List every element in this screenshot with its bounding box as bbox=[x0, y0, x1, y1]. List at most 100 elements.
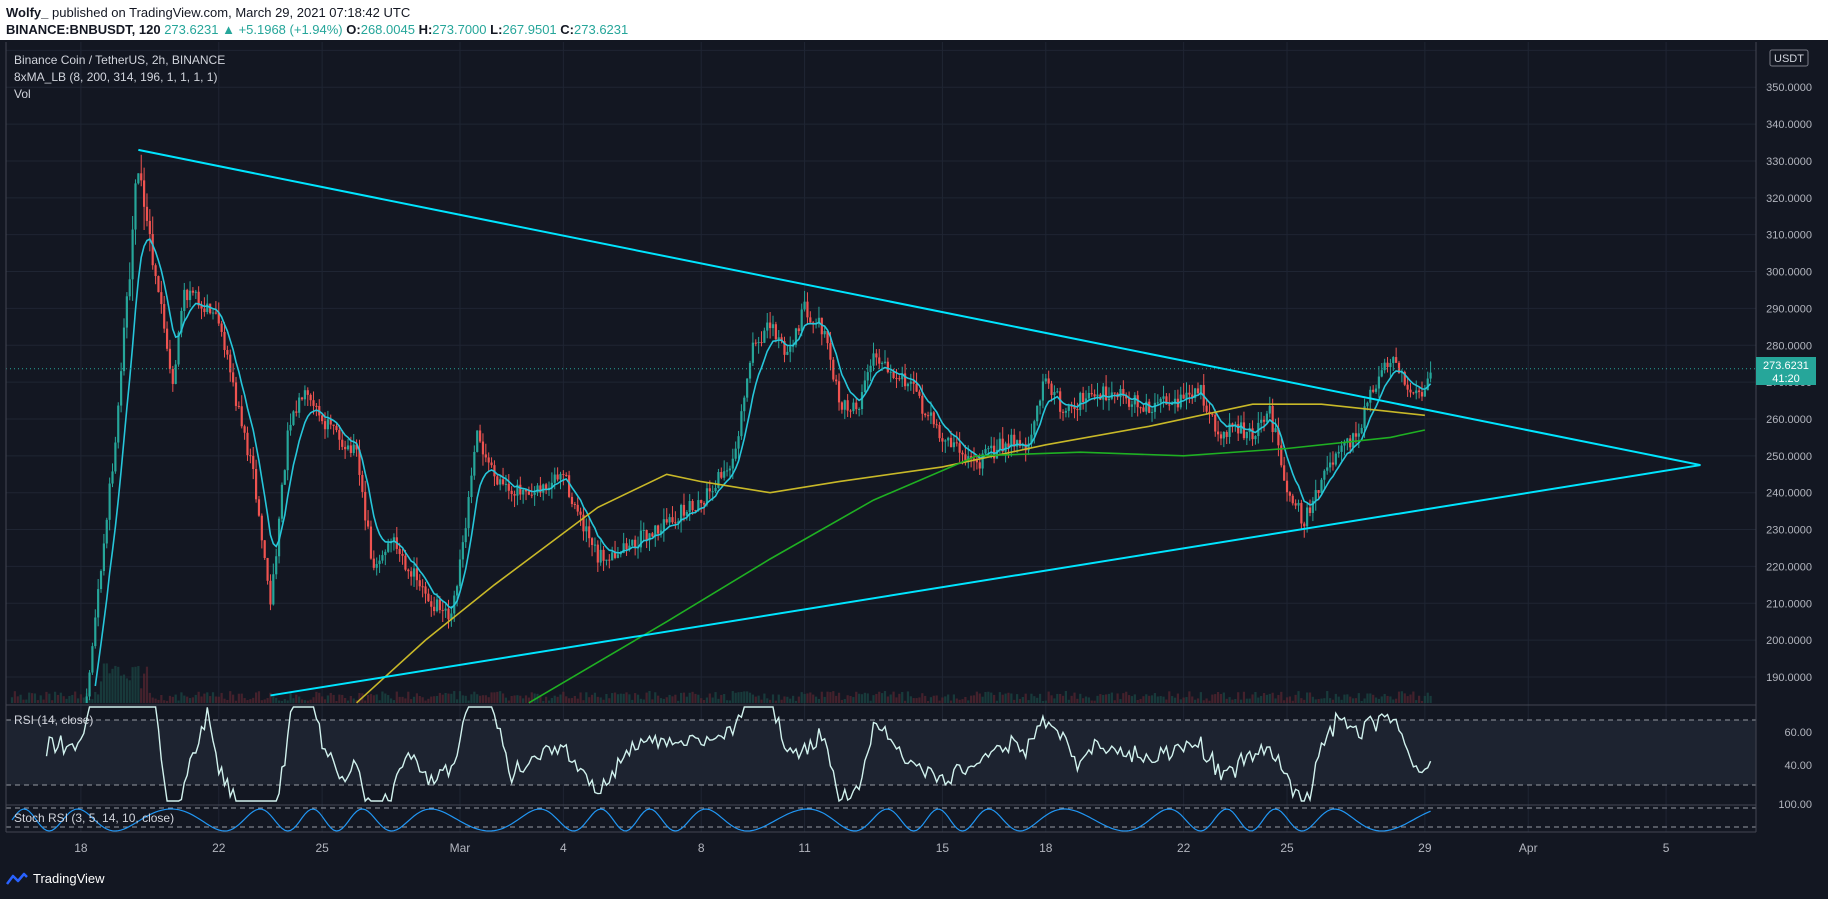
volume-bar bbox=[163, 700, 166, 703]
candle-body bbox=[1409, 389, 1412, 393]
candle-body bbox=[866, 372, 869, 381]
candle-body bbox=[151, 234, 154, 266]
trendline-lower[interactable] bbox=[270, 464, 1701, 697]
volume-bar bbox=[542, 700, 545, 703]
chart-canvas[interactable]: 350.0000 340.0000 330.0000 320.0000 310.0000… bbox=[0, 40, 1828, 865]
candle-body bbox=[1159, 398, 1162, 403]
rsi-tick-label: 60.00 bbox=[1784, 727, 1812, 739]
candle-body bbox=[128, 279, 131, 297]
volume-bar bbox=[972, 695, 976, 703]
volume-bar bbox=[1176, 693, 1179, 703]
volume-bar bbox=[789, 698, 792, 703]
open-value: 268.0045 bbox=[360, 22, 415, 37]
volume-bar bbox=[366, 694, 370, 703]
volume-bar bbox=[407, 691, 410, 703]
candle-body bbox=[777, 337, 780, 340]
candle-body bbox=[553, 474, 556, 483]
candle-body bbox=[1079, 392, 1082, 411]
candle-body bbox=[1395, 357, 1398, 363]
candle-body bbox=[349, 445, 352, 453]
volume-bar bbox=[134, 666, 137, 703]
volume-bar bbox=[685, 696, 688, 703]
candle-body bbox=[906, 383, 910, 387]
volume-bar bbox=[415, 693, 419, 703]
volume-bar bbox=[1331, 699, 1335, 703]
volume-bar bbox=[1199, 692, 1202, 703]
volume-bar bbox=[720, 694, 723, 703]
candle-body bbox=[1357, 433, 1360, 437]
candle-body bbox=[341, 439, 344, 447]
volume-bar bbox=[48, 693, 51, 703]
volume-bar bbox=[995, 700, 999, 703]
time-tick-label: 22 bbox=[1177, 841, 1191, 855]
candle-body bbox=[283, 470, 286, 485]
footer[interactable]: TradingView bbox=[6, 871, 105, 886]
candle-body bbox=[91, 646, 94, 673]
time-tick-label: 22 bbox=[212, 841, 226, 855]
volume-bar bbox=[140, 688, 143, 703]
volume-bar bbox=[702, 700, 706, 703]
candle-body bbox=[234, 382, 238, 406]
trendline-upper[interactable] bbox=[138, 148, 1701, 467]
candle-body bbox=[1429, 372, 1432, 379]
volume-bar bbox=[237, 693, 240, 703]
candle-body bbox=[1105, 386, 1108, 401]
candle-body bbox=[1056, 391, 1059, 393]
candle-body bbox=[484, 454, 487, 458]
volume-bar bbox=[1194, 699, 1197, 703]
triangle-trendlines[interactable] bbox=[138, 148, 1701, 697]
volume-bar bbox=[565, 696, 568, 703]
volume-bar bbox=[786, 696, 789, 703]
candle-body bbox=[1096, 394, 1099, 397]
candle-body bbox=[1300, 502, 1303, 524]
volume-bar bbox=[1038, 693, 1042, 703]
candle-body bbox=[562, 473, 565, 475]
volume-bar bbox=[998, 692, 1001, 703]
volume-bar bbox=[398, 696, 401, 703]
volume-bar bbox=[823, 696, 826, 703]
volume-bar bbox=[519, 695, 522, 703]
volume-bar bbox=[1386, 695, 1389, 703]
candle-body bbox=[188, 290, 192, 301]
volume-bar bbox=[263, 699, 266, 703]
candle-body bbox=[737, 436, 740, 449]
candle-body bbox=[763, 330, 766, 343]
time-tick-label: 5 bbox=[1663, 841, 1670, 855]
volume-bar bbox=[947, 694, 950, 703]
candle-body bbox=[605, 559, 608, 561]
volume-bar bbox=[232, 694, 235, 703]
candle-body bbox=[1314, 490, 1317, 501]
volume-bar bbox=[180, 692, 183, 703]
candle-body bbox=[668, 517, 671, 523]
volume-bar bbox=[1340, 699, 1343, 703]
volume-bar bbox=[820, 691, 823, 703]
candle-body bbox=[183, 289, 186, 311]
volume-bar bbox=[321, 696, 324, 703]
volume-bar bbox=[748, 692, 752, 703]
volume-bar bbox=[148, 692, 151, 703]
candle-body bbox=[335, 425, 338, 431]
volume-bar bbox=[1015, 694, 1019, 703]
volume-bar bbox=[800, 692, 803, 703]
volume-bar bbox=[203, 693, 206, 703]
candle-body bbox=[978, 462, 981, 469]
volume-bar bbox=[186, 696, 189, 703]
candle-body bbox=[1372, 389, 1375, 392]
author-name[interactable]: Wolfy_ bbox=[6, 5, 48, 20]
candle-body bbox=[1265, 413, 1269, 422]
candle-body bbox=[1076, 409, 1079, 411]
volume-bar bbox=[68, 695, 71, 703]
volume-bar bbox=[513, 695, 516, 703]
candle-body bbox=[748, 362, 752, 379]
candle-body bbox=[702, 503, 706, 505]
candle-body bbox=[1291, 495, 1294, 504]
candle-body bbox=[1354, 433, 1358, 437]
candle-body bbox=[878, 357, 881, 364]
candle-body bbox=[883, 361, 887, 363]
volume-bar bbox=[1360, 700, 1363, 703]
volume-bar bbox=[346, 700, 350, 703]
candle-body bbox=[1185, 392, 1188, 399]
candle-body bbox=[1199, 385, 1202, 394]
candle-body bbox=[458, 559, 462, 587]
volume-bar bbox=[829, 692, 832, 703]
